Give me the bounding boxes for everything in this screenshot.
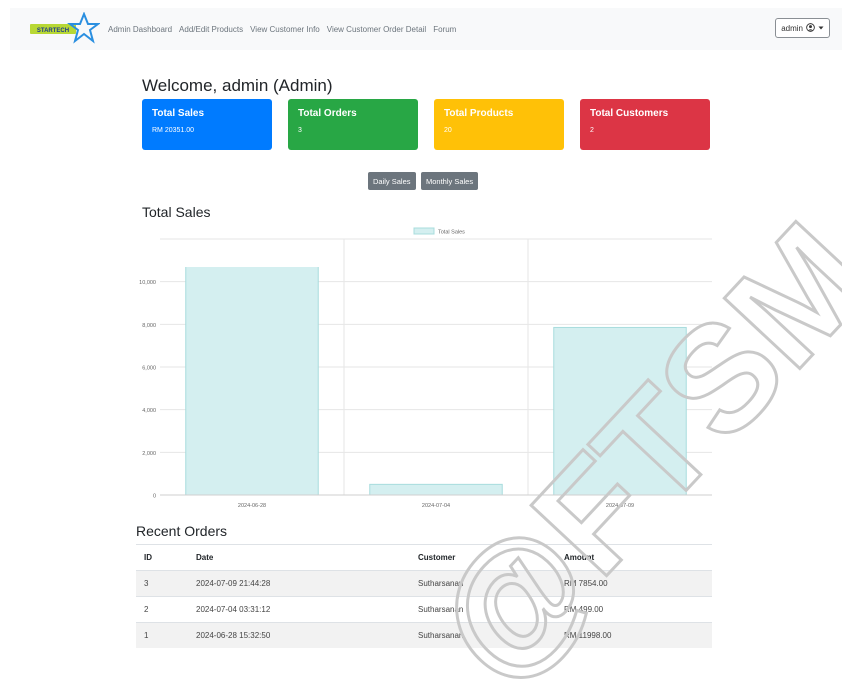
order-amount: RM 11998.00 <box>556 622 712 648</box>
user-icon <box>806 22 815 34</box>
navbar: STARTECH Admin Dashboard Add/Edit Produc… <box>10 8 842 50</box>
recent-orders-title: Recent Orders <box>136 523 228 539</box>
bar <box>185 267 319 495</box>
chevron-down-icon <box>818 24 824 33</box>
brand-text: STARTECH <box>37 28 69 34</box>
nav-link-forum[interactable]: Forum <box>433 25 456 34</box>
chart-title: Total Sales <box>142 204 211 220</box>
brand-logo[interactable]: STARTECH <box>30 11 101 44</box>
y-tick-label: 10,000 <box>139 280 156 286</box>
card-value: 20 <box>444 127 452 134</box>
sales-bar-chart: 02,0004,0006,0008,00010,00012,0002024-06… <box>110 225 712 509</box>
column-header-customer: Customer <box>410 544 556 571</box>
nav-links: Admin Dashboard Add/Edit Products View C… <box>108 8 456 50</box>
card-title: Total Products <box>444 108 514 119</box>
y-tick-label: 0 <box>153 494 156 500</box>
nav-link-add-edit-products[interactable]: Add/Edit Products <box>179 25 243 34</box>
x-tick-label: 2024-07-04 <box>422 503 450 509</box>
top-label-mask <box>110 225 158 243</box>
order-id: 1 <box>136 622 188 648</box>
order-amount: RM 499.00 <box>556 596 712 623</box>
order-date: 2024-07-09 21:44:28 <box>188 570 410 597</box>
user-menu-button[interactable]: admin <box>775 18 830 38</box>
x-tick-label: 2024-07-09 <box>606 503 634 509</box>
welcome-heading: Welcome, admin (Admin) <box>142 76 333 95</box>
y-tick-label: 6,000 <box>142 366 156 372</box>
bar <box>553 326 687 495</box>
card-title: Total Sales <box>152 108 205 119</box>
total-orders-card: Total Orders 3 <box>288 99 418 150</box>
column-header-date: Date <box>188 544 410 571</box>
legend-swatch <box>413 227 435 235</box>
order-id: 3 <box>136 570 188 597</box>
star-icon <box>67 11 101 44</box>
total-products-card: Total Products 20 <box>434 99 564 150</box>
x-tick-label: 2024-06-28 <box>238 503 266 509</box>
nav-link-view-customer-order-detail[interactable]: View Customer Order Detail <box>327 25 426 34</box>
table-row: 1 2024-06-28 15:32:50 Sutharsanan RM 119… <box>136 622 712 648</box>
recent-orders-table: ID Date Customer Amount 3 2024-07-09 21:… <box>136 544 712 648</box>
order-customer: Sutharsanan <box>410 622 556 648</box>
nav-link-admin-dashboard[interactable]: Admin Dashboard <box>108 25 172 34</box>
table-row: 3 2024-07-09 21:44:28 Sutharsanan RM 785… <box>136 570 712 597</box>
legend-label: Total Sales <box>438 230 465 236</box>
order-id: 2 <box>136 596 188 623</box>
card-value: RM 20351.00 <box>152 127 195 134</box>
order-date: 2024-07-04 03:31:12 <box>188 596 410 623</box>
daily-sales-button[interactable]: Daily Sales <box>368 172 416 190</box>
table-header-row: ID Date Customer Amount <box>136 544 712 571</box>
card-title: Total Customers <box>590 108 669 119</box>
order-amount: RM 7854.00 <box>556 570 712 597</box>
bar <box>369 483 503 495</box>
card-value: 3 <box>298 127 302 134</box>
y-tick-label: 2,000 <box>142 451 156 457</box>
order-customer: Sutharsanan <box>410 570 556 597</box>
total-sales-card: Total Sales RM 20351.00 <box>142 99 272 150</box>
column-header-amount: Amount <box>556 544 712 571</box>
card-title: Total Orders <box>298 108 357 119</box>
y-tick-label: 8,000 <box>142 323 156 329</box>
y-tick-label: 4,000 <box>142 408 156 414</box>
table-row: 2 2024-07-04 03:31:12 Sutharsanan RM 499… <box>136 596 712 623</box>
order-customer: Sutharsanan <box>410 596 556 623</box>
monthly-sales-button[interactable]: Monthly Sales <box>421 172 479 190</box>
nav-link-view-customer-info[interactable]: View Customer Info <box>250 25 320 34</box>
column-header-id: ID <box>136 544 188 571</box>
user-name: admin <box>781 23 803 33</box>
order-date: 2024-06-28 15:32:50 <box>188 622 410 648</box>
total-customers-card: Total Customers 2 <box>580 99 710 150</box>
card-value: 2 <box>590 127 594 134</box>
